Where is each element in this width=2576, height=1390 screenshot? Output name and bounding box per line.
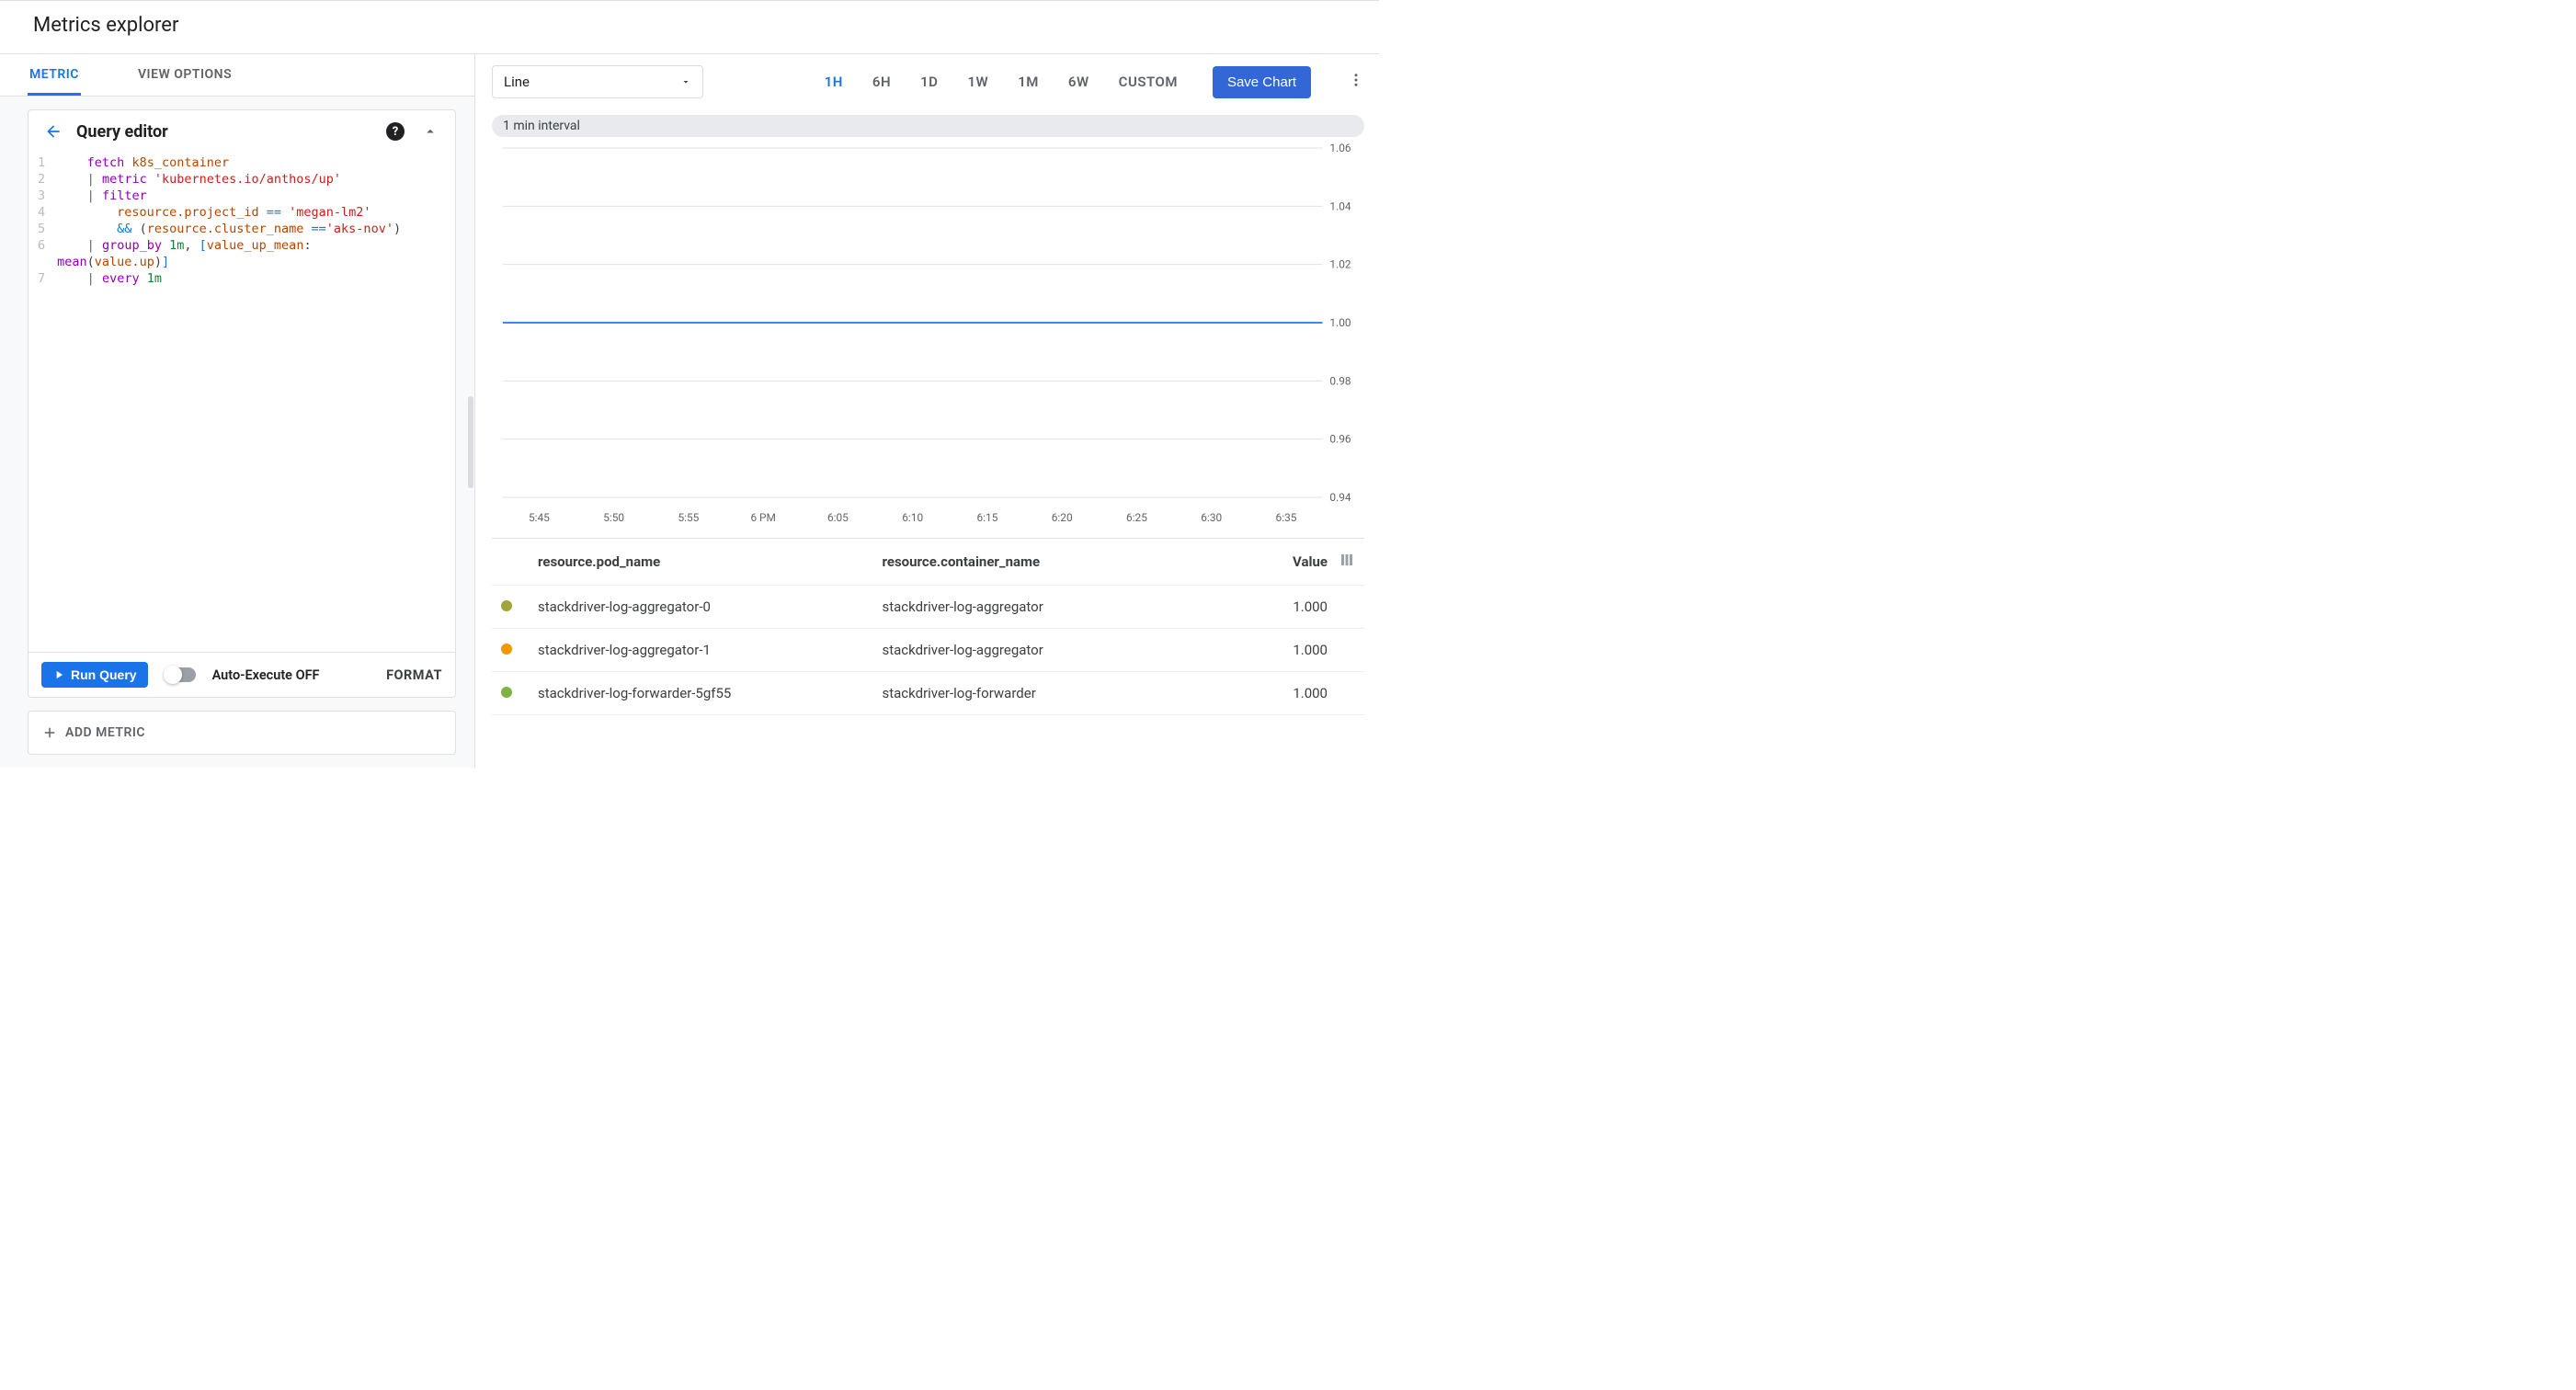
time-range-1w[interactable]: 1W [967,74,988,90]
collapse-icon[interactable] [418,120,442,143]
svg-text:6:10: 6:10 [902,511,923,524]
back-arrow-icon[interactable] [41,120,65,143]
svg-text:6:25: 6:25 [1126,511,1147,524]
time-range-6h[interactable]: 6H [872,74,891,90]
cell-pod-name: stackdriver-log-forwarder-5gf55 [538,685,883,701]
cell-value: 1.000 [1226,598,1328,615]
run-query-label: Run Query [71,667,137,682]
format-button[interactable]: FORMAT [386,667,442,683]
query-code-editor[interactable]: 123456 7 fetch k8s_container | metric 'k… [28,153,455,652]
svg-text:5:45: 5:45 [529,511,550,524]
cell-container-name: stackdriver-log-aggregator [883,642,1227,658]
query-editor-title: Query editor [76,122,372,142]
tab-metric[interactable]: METRIC [28,54,81,96]
svg-text:6:05: 6:05 [827,511,849,524]
svg-text:6 PM: 6 PM [750,511,775,524]
table-row[interactable]: stackdriver-log-aggregator-0 stackdriver… [492,586,1364,629]
save-chart-button[interactable]: Save Chart [1213,66,1311,98]
svg-text:0.94: 0.94 [1329,491,1351,504]
run-query-button[interactable]: Run Query [41,662,148,688]
more-menu-icon[interactable] [1348,72,1364,92]
page-title: Metrics explorer [0,1,1379,53]
help-icon[interactable]: ? [383,120,407,143]
table-header-row: resource.pod_name resource.container_nam… [492,539,1364,586]
auto-execute-toggle[interactable] [165,667,196,682]
svg-text:6:35: 6:35 [1276,511,1297,524]
tab-view-options[interactable]: VIEW OPTIONS [136,54,234,96]
table-row[interactable]: stackdriver-log-forwarder-5gf55 stackdri… [492,672,1364,715]
svg-text:1.06: 1.06 [1329,142,1351,154]
svg-text:5:55: 5:55 [678,511,699,524]
col-pod-name: resource.pod_name [538,553,883,570]
time-range-6w[interactable]: 6W [1068,74,1089,90]
svg-text:6:20: 6:20 [1052,511,1073,524]
legend-dot-icon [501,644,512,655]
caret-down-icon [680,76,691,87]
cell-value: 1.000 [1226,642,1328,658]
add-metric-button[interactable]: ADD METRIC [28,711,456,755]
cell-value: 1.000 [1226,685,1328,701]
add-metric-label: ADD METRIC [65,725,145,740]
chart-type-value: Line [504,74,530,90]
svg-text:5:50: 5:50 [603,511,624,524]
chart-area[interactable]: 0.94 0.96 0.98 1.00 1.02 1.04 1.06 5:45 5:50 5:55… [492,139,1364,534]
cell-pod-name: stackdriver-log-aggregator-1 [538,642,883,658]
columns-icon[interactable] [1328,552,1355,572]
chart-type-select[interactable]: Line [492,65,703,98]
svg-text:1.04: 1.04 [1329,199,1351,212]
legend-dot-icon [501,600,512,611]
panel-resize-handle[interactable] [468,396,473,488]
svg-text:1.00: 1.00 [1329,316,1351,329]
svg-text:0.96: 0.96 [1329,433,1351,446]
cell-container-name: stackdriver-log-forwarder [883,685,1227,701]
time-range-custom[interactable]: CUSTOM [1119,74,1178,90]
svg-text:6:30: 6:30 [1201,511,1222,524]
cell-container-name: stackdriver-log-aggregator [883,598,1227,615]
col-value: Value [1226,553,1328,570]
time-range-1m[interactable]: 1M [1018,74,1039,90]
time-range-1h[interactable]: 1H [825,74,843,90]
legend-dot-icon [501,687,512,698]
svg-text:1.02: 1.02 [1329,258,1351,271]
interval-badge: 1 min interval [492,115,1364,137]
plus-icon [41,724,58,741]
svg-text:6:15: 6:15 [977,511,998,524]
cell-pod-name: stackdriver-log-aggregator-0 [538,598,883,615]
table-row[interactable]: stackdriver-log-aggregator-1 stackdriver… [492,629,1364,672]
svg-text:0.98: 0.98 [1329,374,1351,387]
auto-execute-label: Auto-Execute OFF [212,667,320,683]
time-range-1d[interactable]: 1D [920,74,938,90]
col-container-name: resource.container_name [883,553,1227,570]
